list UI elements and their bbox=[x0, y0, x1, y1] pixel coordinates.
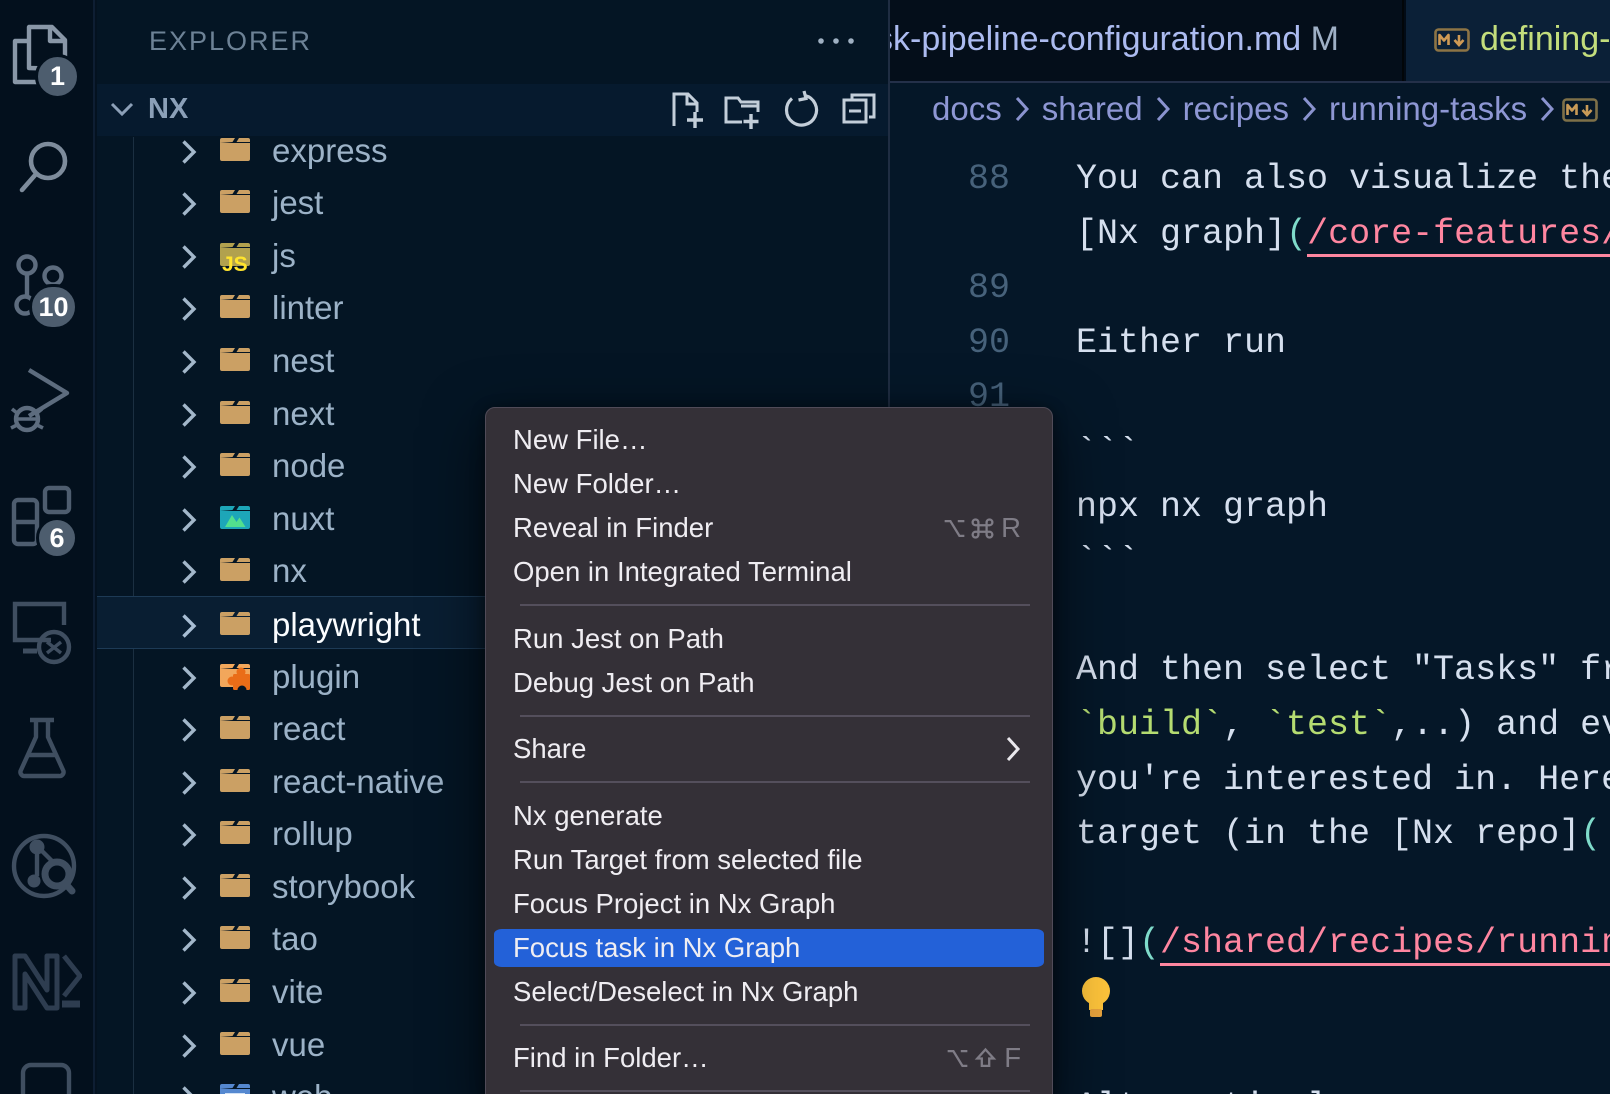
svg-text:JS: JS bbox=[222, 253, 248, 276]
